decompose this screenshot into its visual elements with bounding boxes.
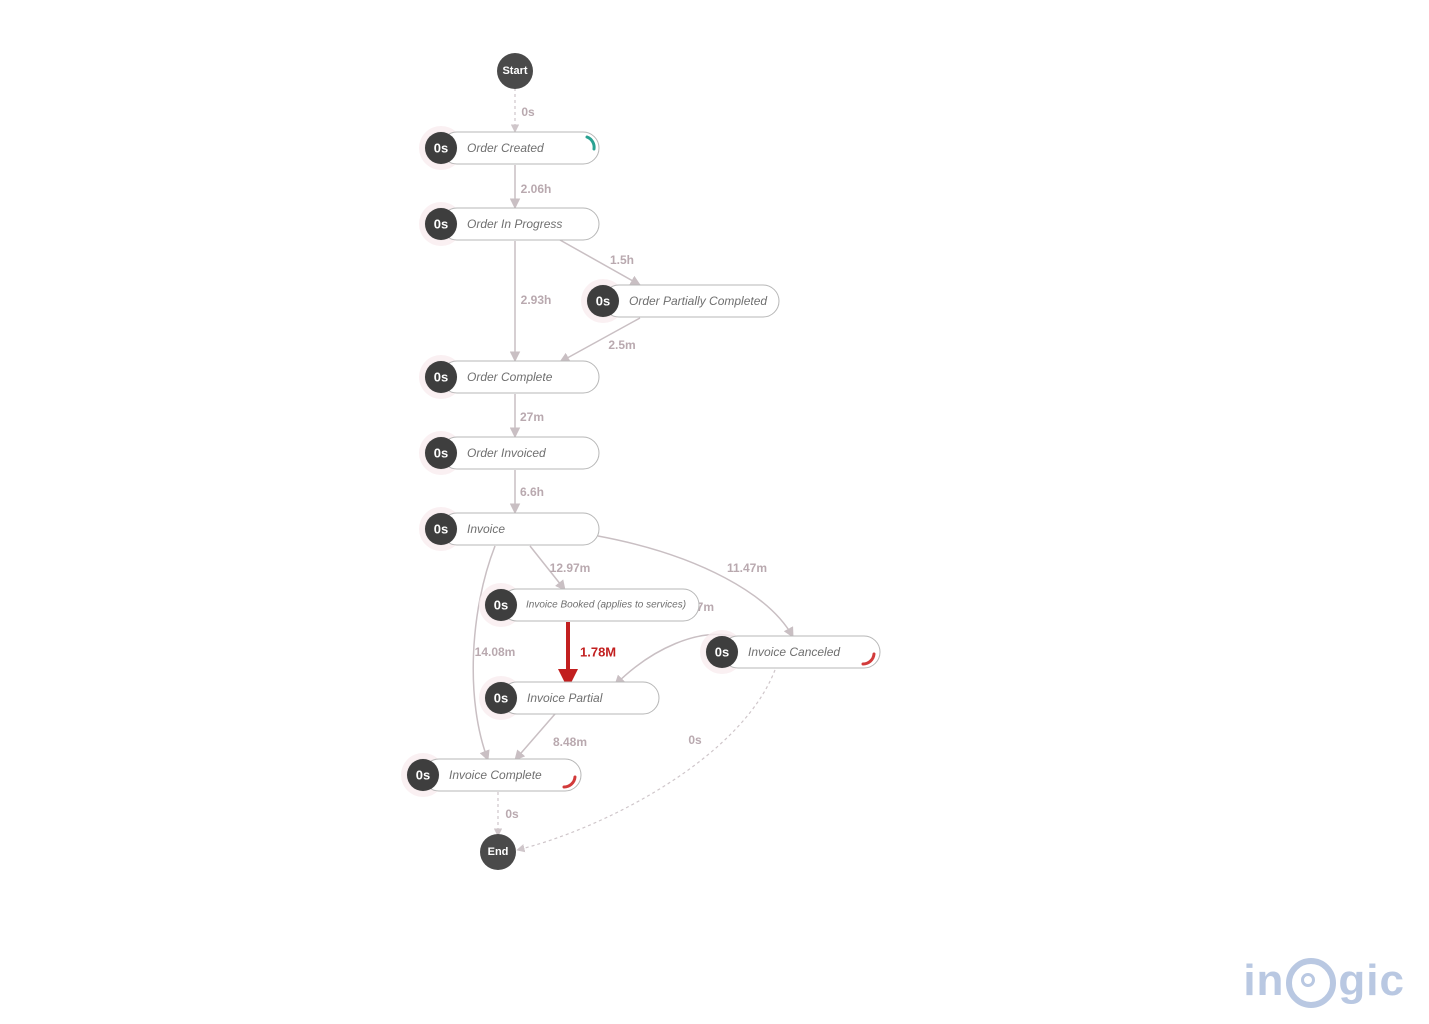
- edge-label: 14.08m: [475, 645, 516, 659]
- edge-label: 11.47m: [727, 561, 767, 575]
- logo-ring-icon: [1286, 958, 1336, 1008]
- edge-invoice-to-invoice-booked: 12.97m: [530, 546, 590, 590]
- node-end-label: End: [488, 846, 509, 858]
- edge-invoice-to-invoice-canceled: 11.47m: [598, 536, 793, 637]
- node-badge: 0s: [494, 598, 508, 613]
- edge-label: 1.78M: [580, 645, 616, 660]
- edge-label: 0s: [505, 807, 519, 821]
- node-label: Invoice Complete: [449, 768, 542, 782]
- edge-invoice-partial-to-invoice-complete: 8.48m: [515, 714, 587, 760]
- edge-label: 1.5h: [610, 253, 634, 267]
- node-start[interactable]: Start: [497, 53, 533, 89]
- edge-invoice-to-invoice-complete: 14.08m: [473, 546, 515, 760]
- node-badge: 0s: [494, 691, 508, 706]
- node-label: Order Invoiced: [467, 446, 546, 460]
- edge-label: 2.93h: [521, 293, 552, 307]
- edge-label: 0s: [688, 733, 702, 747]
- edge-in-progress-to-order-complete: 2.93h: [515, 241, 551, 361]
- edge-label: 12.97m: [550, 561, 591, 575]
- node-badge: 0s: [715, 645, 729, 660]
- node-order-partially-completed[interactable]: 0s Order Partially Completed: [581, 279, 779, 323]
- node-label: Order Created: [467, 141, 544, 155]
- node-invoice-booked[interactable]: 0s Invoice Booked (applies to services): [479, 583, 699, 627]
- edge-label: 2.5m: [608, 338, 635, 352]
- edge-label: 8.48m: [553, 735, 587, 749]
- node-badge: 0s: [434, 217, 448, 232]
- edge-label: 6.6h: [520, 485, 544, 499]
- watermark-text-a: in: [1243, 956, 1284, 1006]
- edge-label: 27m: [520, 410, 544, 424]
- node-badge: 0s: [434, 446, 448, 461]
- node-label: Invoice Canceled: [748, 645, 840, 659]
- node-badge: 0s: [434, 522, 448, 537]
- node-label: Invoice: [467, 522, 505, 536]
- node-badge: 0s: [434, 370, 448, 385]
- node-order-complete[interactable]: 0s Order Complete: [419, 355, 599, 399]
- node-end[interactable]: End: [480, 834, 516, 870]
- node-order-in-progress[interactable]: 0s Order In Progress: [419, 202, 599, 246]
- node-label: Order In Progress: [467, 217, 562, 231]
- node-invoice-canceled[interactable]: 0s Invoice Canceled: [700, 630, 880, 674]
- node-order-created[interactable]: 0s Order Created: [419, 126, 599, 170]
- watermark-logo: in gic: [1243, 956, 1405, 1006]
- edge-order-created-to-in-progress: 2.06h: [515, 165, 551, 208]
- node-label: Order Complete: [467, 370, 553, 384]
- node-start-label: Start: [502, 65, 527, 77]
- edge-invoice-booked-to-invoice-partial: 1.78M: [568, 622, 616, 683]
- edge-order-invoiced-to-invoice: 6.6h: [515, 470, 544, 513]
- edge-invoice-complete-to-end: 0s: [498, 792, 519, 836]
- node-invoice-partial[interactable]: 0s Invoice Partial: [479, 676, 659, 720]
- node-label: Order Partially Completed: [629, 294, 767, 308]
- edge-label: 0s: [521, 105, 535, 119]
- node-label: Invoice Partial: [527, 691, 603, 705]
- edge-order-complete-to-order-invoiced: 27m: [515, 394, 544, 437]
- node-badge: 0s: [596, 294, 610, 309]
- node-label: Invoice Booked (applies to services): [526, 600, 686, 611]
- node-invoice[interactable]: 0s Invoice: [419, 507, 599, 551]
- edge-in-progress-to-partially-completed: 1.5h: [560, 240, 640, 285]
- node-badge: 0s: [416, 768, 430, 783]
- edge-start-to-order-created: 0s: [515, 88, 535, 132]
- edge-label: 2.06h: [521, 182, 552, 196]
- edge-partially-completed-to-order-complete: 2.5m: [560, 318, 640, 362]
- node-badge: 0s: [434, 141, 448, 156]
- watermark-text-b: gic: [1338, 956, 1405, 1006]
- node-order-invoiced[interactable]: 0s Order Invoiced: [419, 431, 599, 475]
- node-invoice-complete[interactable]: 0s Invoice Complete: [401, 753, 581, 797]
